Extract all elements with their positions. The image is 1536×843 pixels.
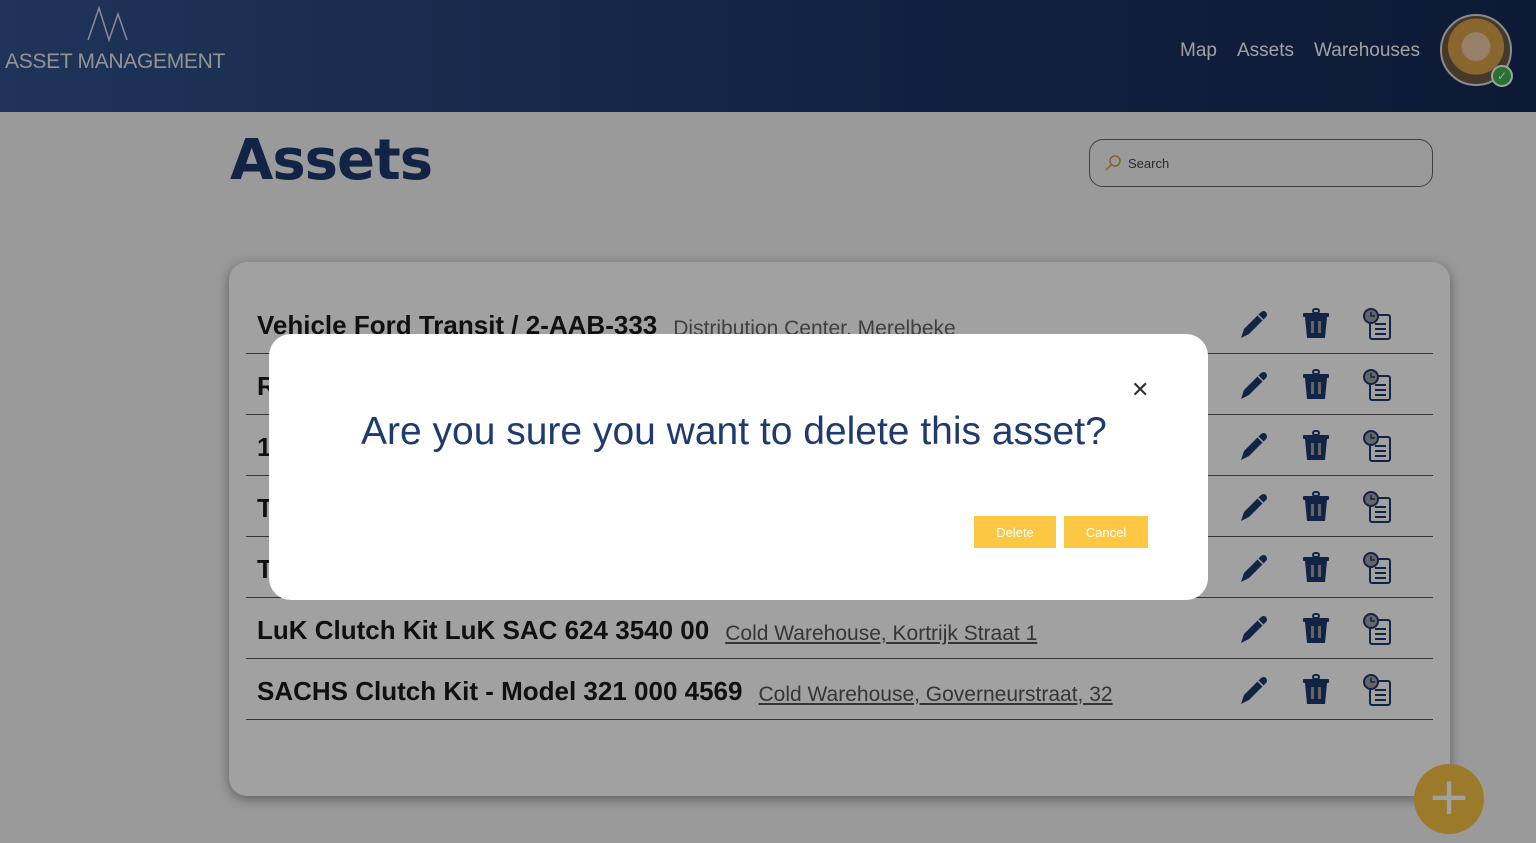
- dialog-question: Are you sure you want to delete this ass…: [361, 410, 1107, 453]
- delete-button[interactable]: Delete: [974, 516, 1056, 548]
- delete-confirm-dialog: ✕ Are you sure you want to delete this a…: [269, 334, 1208, 600]
- close-icon[interactable]: ✕: [1131, 378, 1149, 403]
- cancel-button[interactable]: Cancel: [1064, 516, 1148, 548]
